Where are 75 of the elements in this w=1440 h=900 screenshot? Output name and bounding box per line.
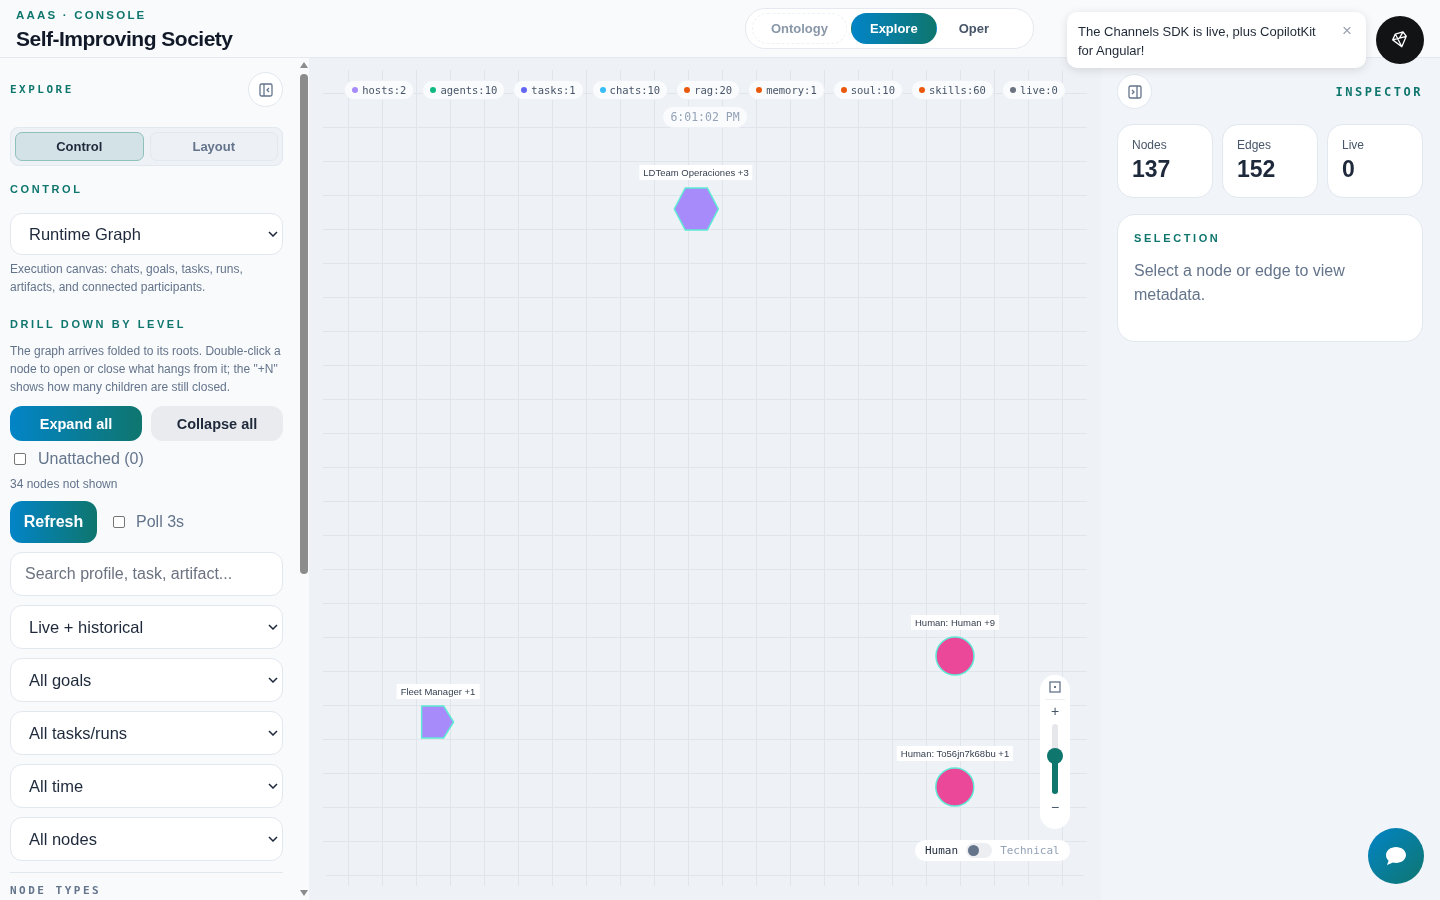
sidebar-expand-icon <box>1127 84 1142 99</box>
stat-chip: live:0 <box>1001 80 1066 100</box>
stat-chip: agents:10 <box>422 80 506 100</box>
search-field[interactable]: Search profile, task, artifact... <box>10 552 283 596</box>
hexagon-node[interactable] <box>673 186 719 232</box>
slider-thumb[interactable] <box>1047 747 1063 764</box>
checkbox-label: Poll 3s <box>136 513 185 531</box>
checkbox-label: Unattached (0) <box>38 450 144 468</box>
section-heading: SELECTION <box>1134 232 1222 244</box>
stat-value: 137 <box>1132 156 1172 183</box>
zoom-in-button[interactable]: + <box>1045 702 1065 720</box>
console-eyebrow: AAAS · CONSOLE <box>16 8 148 21</box>
stat-value: 152 <box>1237 156 1277 183</box>
fit-view-icon[interactable] <box>1049 681 1061 693</box>
node-label: Fleet Manager +1 <box>396 684 480 699</box>
stat-label: Live <box>1342 138 1365 152</box>
nav-tab[interactable]: Oper <box>940 13 993 44</box>
stat-chip: tasks:1 <box>513 80 584 100</box>
stat-chip: memory:1 <box>748 80 825 100</box>
stat-chip: rag:20 <box>676 80 741 100</box>
stat-label: Nodes <box>1132 138 1168 152</box>
checkbox[interactable] <box>14 453 26 465</box>
drill-description: The graph arrives folded to its roots. Double-click a node to open or close what hangs from it; the "+N" shows how many children are still closed. <box>10 343 282 396</box>
collapse-inspector-button[interactable] <box>1117 74 1152 109</box>
chevron-down-icon <box>268 677 278 683</box>
stat-value: 0 <box>1342 156 1356 183</box>
stat-chip: chats:10 <box>591 80 669 100</box>
node-label: LDTeam Operaciones +3 <box>639 165 753 180</box>
nav-tab[interactable]: Explore <box>850 13 937 44</box>
pentagon-node[interactable] <box>421 705 455 739</box>
section-title: EXPLORE <box>10 83 74 96</box>
view-description: Execution canvas: chats, goals, tasks, runs, artifacts, and connected participants. <box>10 261 244 296</box>
mode-toggle[interactable]: Human Technical <box>915 840 1070 861</box>
segment-tab[interactable]: Layout <box>149 132 278 161</box>
filter-select[interactable]: All nodes <box>10 817 283 861</box>
circle-node[interactable] <box>935 767 975 807</box>
stat-label: Edges <box>1237 138 1273 152</box>
collapse-sidebar-button[interactable] <box>248 72 283 107</box>
chevron-down-icon <box>268 836 278 842</box>
stat-chip: soul:10 <box>832 80 903 100</box>
chevron-down-icon <box>268 231 278 237</box>
zoom-out-button[interactable]: − <box>1045 798 1065 816</box>
node-label: Human: To56jn7k68bu +1 <box>896 746 1014 761</box>
filter-select[interactable]: All tasks/runs <box>10 711 283 755</box>
section-title: INSPECTOR <box>1335 84 1423 99</box>
view-select[interactable]: Runtime Graph <box>10 213 283 255</box>
scrollbar-thumb[interactable] <box>300 74 308 574</box>
stat-chip: hosts:2 <box>344 80 415 100</box>
circle-node[interactable] <box>935 636 975 676</box>
expand-all-button[interactable]: Expand all <box>10 406 142 441</box>
section-heading: DRILL DOWN BY LEVEL <box>10 318 188 330</box>
chevron-down-icon <box>268 624 278 630</box>
checkbox[interactable] <box>113 516 125 528</box>
refresh-button[interactable]: Refresh <box>10 501 97 543</box>
section-heading: CONTROL <box>10 183 84 195</box>
toggle-knob[interactable] <box>968 845 980 856</box>
app-title: Self-Improving Society <box>16 26 233 51</box>
toast-message: The Channels SDK is live, plus CopilotKit for Angular! <box>1078 24 1316 58</box>
hidden-nodes-note: 34 nodes not shown <box>10 476 119 493</box>
chevron-down-icon <box>268 730 278 736</box>
graph-canvas[interactable]: hosts:2 agents:10 tasks:1 chats:10 rag:20 memory:1 soul:10 skills:60 live:0 6:01:02 PM LDTeam Operaciones +3 Human: Human +9 Fleet Manager +1 Human: To56jn7k68bu +1 + − Human Technical <box>323 70 1087 886</box>
stat-chip: 6:01:02 PM <box>662 106 748 128</box>
section-heading: NODE TYPES <box>10 884 103 897</box>
filter-select[interactable]: All goals <box>10 658 283 702</box>
segment-tab[interactable]: Control <box>15 132 144 161</box>
toggle-option[interactable]: Human <box>925 844 959 857</box>
filter-select[interactable]: All time <box>10 764 283 808</box>
node-label: Human: Human +9 <box>911 615 999 630</box>
chat-bubble-icon <box>1385 846 1407 866</box>
stat-chip: skills:60 <box>910 80 994 100</box>
selection-hint: Select a node or edge to view metadata. <box>1134 261 1346 305</box>
filter-select[interactable]: Live + historical <box>10 605 283 649</box>
chevron-down-icon <box>268 783 278 789</box>
sidebar-collapse-icon <box>258 82 273 97</box>
collapse-all-button[interactable]: Collapse all <box>151 406 283 441</box>
